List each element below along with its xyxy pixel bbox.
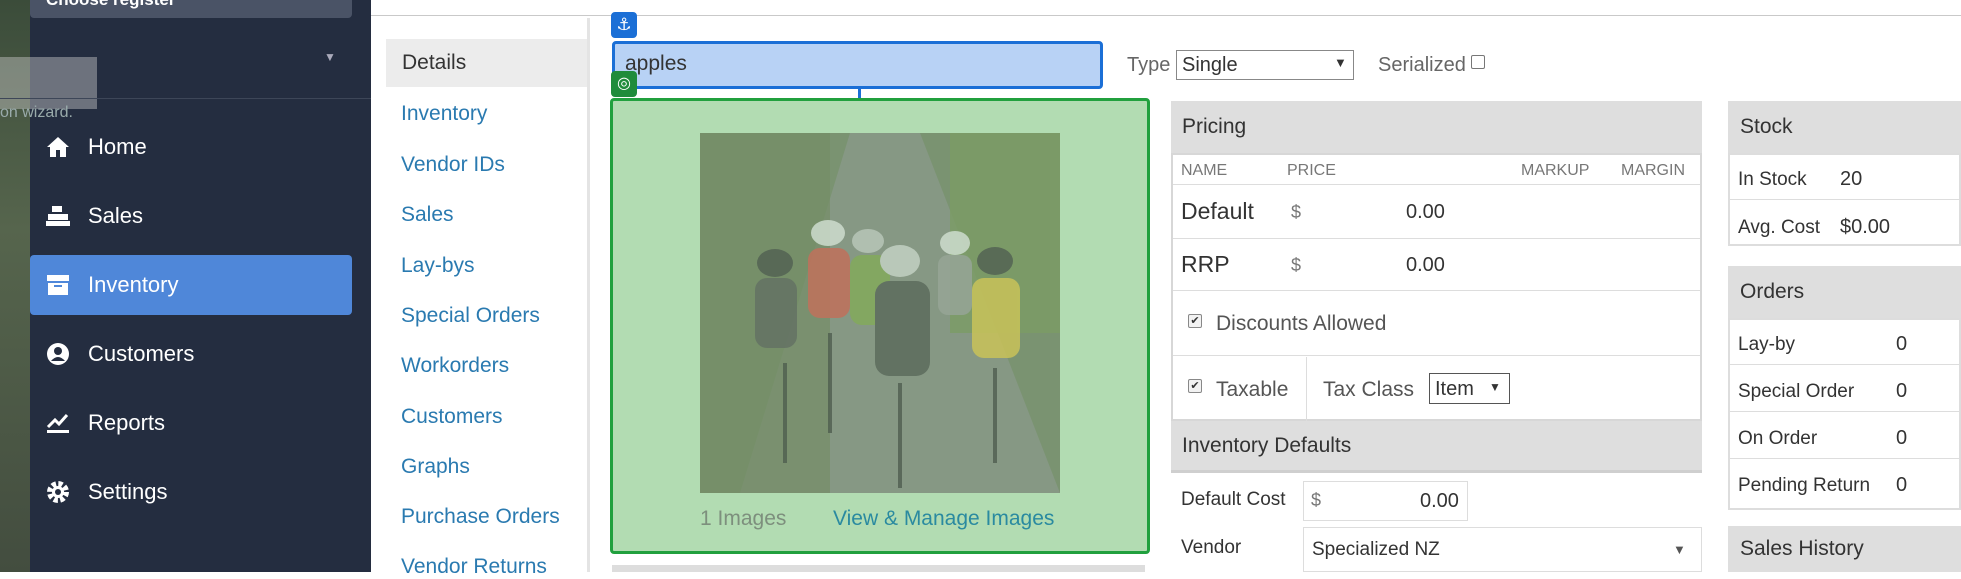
avg-cost-label: Avg. Cost: [1738, 217, 1821, 238]
subnav-item-lay-bys[interactable]: Lay-bys: [401, 254, 475, 278]
sidebar-item-inventory[interactable]: Inventory: [30, 255, 352, 315]
subnav-item-workorders[interactable]: Workorders: [401, 354, 509, 378]
taxable-label: Taxable: [1216, 378, 1289, 401]
discounts-checkbox[interactable]: ✔: [1188, 314, 1202, 328]
subnav-item-customers[interactable]: Customers: [401, 405, 503, 429]
order-row-label: Pending Return: [1738, 475, 1871, 496]
caret-down-icon: ▼: [1489, 380, 1501, 394]
discounts-label: Discounts Allowed: [1216, 312, 1387, 335]
register-icon: [46, 204, 70, 228]
taxable-checkbox[interactable]: ✔: [1188, 379, 1202, 393]
cell-divider: [1306, 357, 1307, 421]
image-count: 1 Images: [700, 507, 787, 530]
subnav-item-inventory[interactable]: Inventory: [401, 102, 487, 126]
vendor-select[interactable]: Specialized NZ: [1303, 527, 1702, 572]
order-row-value: 0: [1896, 427, 1908, 449]
subnav-item-graphs[interactable]: Graphs: [401, 455, 470, 479]
stock-header: Stock: [1728, 101, 1961, 153]
order-row-value: 0: [1896, 333, 1908, 355]
orders-header: Orders: [1728, 266, 1961, 318]
gear-icon: [46, 480, 70, 504]
stock-title: Stock: [1740, 115, 1793, 138]
orders-title: Orders: [1740, 280, 1805, 303]
chart-icon: [46, 411, 70, 435]
col-markup: MARKUP: [1521, 162, 1590, 179]
chevron-down-icon[interactable]: ▼: [324, 50, 340, 64]
sidebar-item-label: Sales: [88, 203, 144, 228]
inventory-icon: [46, 273, 70, 297]
table-divider: [1173, 184, 1700, 185]
sidebar-item-reports[interactable]: Reports: [30, 393, 352, 453]
order-row-value: 0: [1896, 474, 1908, 496]
order-row-label: Special Order: [1738, 381, 1855, 402]
pricing-header: Pricing: [1171, 101, 1702, 153]
table-divider: [1730, 199, 1961, 200]
manage-images-link[interactable]: View & Manage Images: [833, 507, 1054, 531]
home-icon: [46, 135, 70, 159]
target-icon[interactable]: ◎: [611, 71, 637, 97]
order-row-value: 0: [1896, 380, 1908, 402]
register-selector[interactable]: Choose register: [30, 0, 352, 18]
subnav-item-special-orders[interactable]: Special Orders: [401, 304, 540, 328]
sidebar-item-label: Customers: [88, 341, 195, 366]
pricing-title: Pricing: [1182, 115, 1247, 138]
type-select[interactable]: Single: [1176, 50, 1354, 80]
vendor-label: Vendor: [1181, 537, 1242, 558]
subnav-item-purchase-orders[interactable]: Purchase Orders: [401, 505, 560, 529]
default-cost-label: Default Cost: [1181, 489, 1286, 510]
caret-down-icon: ▼: [1673, 542, 1686, 557]
sales-history-title: Sales History: [1740, 537, 1864, 560]
customer-icon: [46, 342, 70, 366]
in-stock-label: In Stock: [1738, 169, 1807, 190]
subnav-item-sales[interactable]: Sales: [401, 203, 454, 227]
subnav-item-vendor-ids[interactable]: Vendor IDs: [401, 153, 505, 177]
sales-history-header: Sales History: [1728, 526, 1961, 572]
subnav-item-vendor-returns[interactable]: Vendor Returns: [401, 555, 547, 579]
currency-symbol: $: [1291, 202, 1302, 222]
currency-symbol: $: [1311, 490, 1322, 510]
table-divider: [1173, 238, 1700, 239]
table-divider: [1173, 290, 1700, 291]
sidebar-divider: [0, 98, 371, 99]
default-cost-value: 0.00: [1420, 490, 1459, 512]
sidebar-item-home[interactable]: Home: [30, 117, 352, 177]
serialized-label: Serialized: [1378, 54, 1466, 76]
col-name: NAME: [1181, 162, 1228, 179]
sidebar-item-customers[interactable]: Customers: [30, 324, 352, 384]
top-bar: [371, 0, 1961, 16]
wizard-overlay: [0, 57, 97, 109]
caret-down-icon: ▼: [1334, 55, 1347, 70]
default-price-input[interactable]: 0.00: [1406, 201, 1445, 224]
product-image: [700, 133, 1060, 493]
sidebar-item-label: Settings: [88, 479, 168, 504]
register-label: Choose register: [46, 0, 175, 9]
order-row-label: On Order: [1738, 428, 1818, 449]
serialized-checkbox[interactable]: [1471, 55, 1485, 69]
currency-symbol: $: [1291, 255, 1302, 275]
sidebar-item-settings[interactable]: Settings: [30, 462, 352, 522]
table-divider: [1730, 364, 1961, 365]
sidebar-item-label: Home: [88, 134, 147, 159]
sidebar-item-sales[interactable]: Sales: [30, 186, 352, 246]
avg-cost-value: $0.00: [1840, 216, 1891, 238]
in-stock-value: 20: [1840, 168, 1863, 190]
inventory-defaults-header: Inventory Defaults: [1171, 421, 1702, 473]
table-divider: [1730, 458, 1961, 459]
type-label: Type: [1127, 54, 1171, 76]
order-row-label: Lay-by: [1738, 334, 1796, 355]
table-divider: [1730, 411, 1961, 412]
price-row-name: RRP: [1181, 251, 1230, 277]
col-price: PRICE: [1287, 162, 1336, 179]
tax-class-label: Tax Class: [1323, 378, 1415, 401]
rrp-price-input[interactable]: 0.00: [1406, 254, 1445, 277]
inventory-defaults-title: Inventory Defaults: [1182, 433, 1352, 457]
anchor-icon[interactable]: ⚓: [611, 12, 637, 38]
sidebar-item-label: Inventory: [88, 272, 179, 297]
subnav-item-details[interactable]: Details: [386, 39, 587, 87]
col-margin: MARGIN: [1621, 162, 1685, 179]
panel-bottom-edge: [612, 565, 1145, 572]
sidebar-item-label: Reports: [88, 410, 166, 435]
price-row-name: Default: [1181, 198, 1254, 224]
table-divider: [1173, 355, 1700, 356]
